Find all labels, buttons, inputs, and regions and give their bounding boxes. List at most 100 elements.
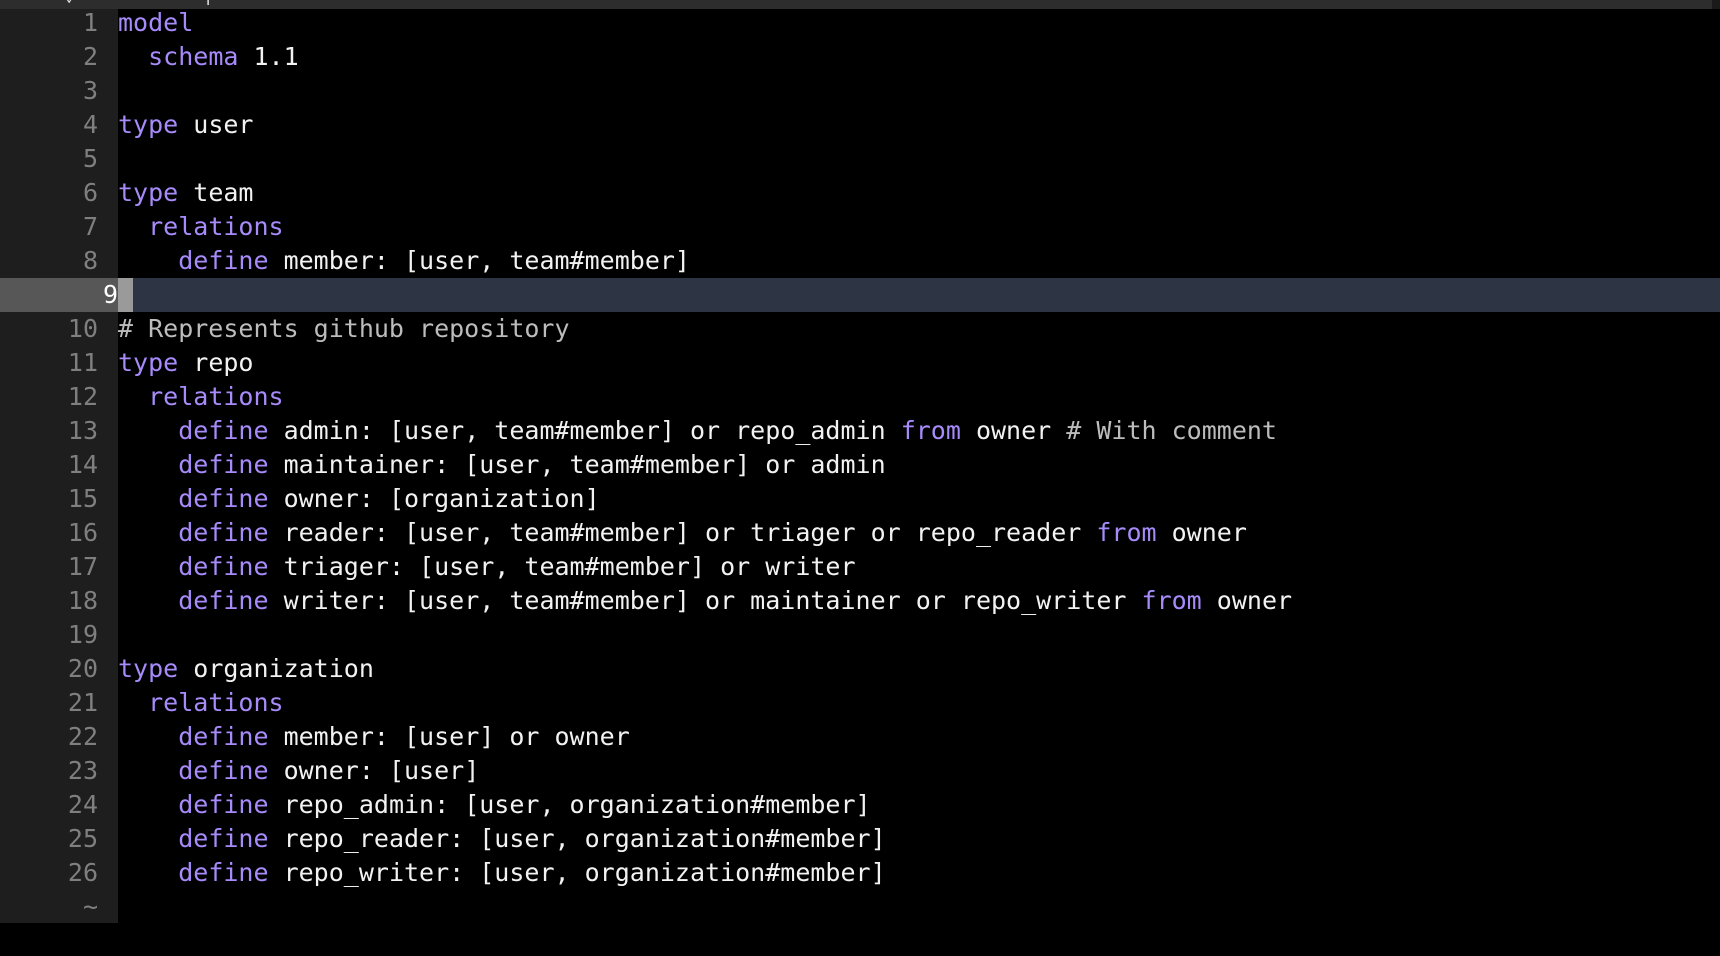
line-number: 21 — [67, 688, 98, 717]
line-number: 19 — [67, 620, 98, 649]
code-token-cmt: # Represents github repository — [118, 314, 570, 343]
code-token-kw: define — [178, 552, 269, 581]
line-number: 24 — [67, 790, 98, 819]
code-line[interactable]: 2 schema 1.1 — [0, 40, 1720, 74]
code-token-kw: from — [1096, 518, 1157, 547]
code-line[interactable]: 22 define member: [user] or owner — [0, 720, 1720, 754]
line-number: 13 — [67, 416, 98, 445]
line-number: 26 — [67, 858, 98, 887]
code-line[interactable]: 3 — [0, 74, 1720, 108]
code-token-txt: member: [user, team#member] — [268, 246, 690, 275]
line-number: 23 — [67, 756, 98, 785]
code-token-kw: define — [178, 756, 269, 785]
code-line[interactable]: 11 type repo — [0, 346, 1720, 380]
code-token-kw: type — [118, 110, 179, 139]
code-token-kw: model — [118, 8, 194, 37]
code-token-kw: schema — [148, 42, 239, 71]
code-line[interactable]: 5 — [0, 142, 1720, 176]
code-token-txt: owner — [1156, 518, 1247, 547]
code-token-kw: define — [178, 484, 269, 513]
empty-line-row: ~ — [0, 890, 1720, 924]
code-line[interactable]: 6 type team — [0, 176, 1720, 210]
line-number: 12 — [67, 382, 98, 411]
code-line-text: define repo_writer: [user, organization#… — [118, 856, 885, 890]
line-number: 10 — [67, 314, 98, 343]
line-number: 16 — [67, 518, 98, 547]
line-number: 9 — [0, 278, 118, 312]
code-line[interactable]: 4 type user — [0, 108, 1720, 142]
code-line-text: schema 1.1 — [118, 40, 299, 74]
code-line[interactable]: 1 model — [0, 6, 1720, 40]
code-line[interactable]: 13 define admin: [user, team#member] or … — [0, 414, 1720, 448]
code-editor[interactable]: 1 model 2 schema 1.1 3 4 type user 5 6 type team… — [0, 6, 1720, 956]
code-line[interactable]: 8 define member: [user, team#member] — [0, 244, 1720, 278]
code-token-kw: define — [178, 790, 269, 819]
code-token-kw: relations — [148, 382, 284, 411]
code-line-text: relations — [118, 210, 284, 244]
code-line[interactable]: 7 relations — [0, 210, 1720, 244]
line-number: 2 — [82, 42, 98, 71]
text-cursor — [118, 278, 133, 312]
code-token-txt: owner: [user] — [268, 756, 480, 785]
code-line-text: define repo_reader: [user, organization#… — [118, 822, 886, 856]
code-line[interactable]: 21 relations — [0, 686, 1720, 720]
code-token-txt: 1.1 — [238, 42, 299, 71]
code-line[interactable]: 15 define owner: [organization] — [0, 482, 1720, 516]
line-number: 18 — [67, 586, 98, 615]
line-number: 17 — [67, 552, 98, 581]
code-line-text: model — [118, 6, 193, 40]
code-line-current[interactable]: 9 — [0, 278, 1720, 312]
line-number: 22 — [67, 722, 98, 751]
code-line[interactable]: 26 define repo_writer: [user, organizati… — [0, 856, 1720, 890]
code-token-txt: member: [user] or owner — [268, 722, 630, 751]
code-line-text: define reader: [user, team#member] or tr… — [118, 516, 1247, 550]
code-token-cmt: # With comment — [1066, 416, 1277, 445]
code-line-text: relations — [118, 380, 284, 414]
tab-bar-controls-label: | • • • — [203, 0, 327, 5]
code-token-txt: repo_admin: [user, organization#member] — [268, 790, 871, 819]
code-line-text: relations — [118, 686, 283, 720]
code-line[interactable]: 12 relations — [0, 380, 1720, 414]
code-token-kw: from — [900, 416, 961, 445]
line-number: 11 — [67, 348, 98, 377]
empty-line-marker: ~ — [82, 892, 98, 921]
code-token-kw: define — [178, 450, 269, 479]
line-number: 6 — [82, 178, 98, 207]
code-token-txt: writer: [user, team#member] or maintaine… — [268, 586, 1142, 615]
editor-bottom-fill — [0, 923, 1720, 956]
code-token-kw: type — [118, 348, 179, 377]
code-line[interactable]: 25 define repo_reader: [user, organizati… — [0, 822, 1720, 856]
code-line-text: define triager: [user, team#member] or w… — [118, 550, 855, 584]
code-line[interactable]: 24 define repo_admin: [user, organizatio… — [0, 788, 1720, 822]
code-line[interactable]: 17 define triager: [user, team#member] o… — [0, 550, 1720, 584]
code-line-text: define admin: [user, team#member] or rep… — [118, 414, 1277, 448]
code-line-text: type repo — [118, 346, 253, 380]
code-token-txt: repo_reader: [user, organization#member] — [268, 824, 886, 853]
code-line[interactable]: 20 type organization — [0, 652, 1720, 686]
code-line[interactable]: 18 define writer: [user, team#member] or… — [0, 584, 1720, 618]
line-number: 14 — [67, 450, 98, 479]
code-token-kw: type — [118, 178, 179, 207]
code-token-txt: owner: [organization] — [268, 484, 600, 513]
code-token-txt: repo — [178, 348, 254, 377]
code-line[interactable]: 23 define owner: [user] — [0, 754, 1720, 788]
code-token-kw: define — [178, 246, 269, 275]
code-token-kw: define — [178, 416, 269, 445]
code-line[interactable]: 10 # Represents github repository — [0, 312, 1720, 346]
code-line[interactable]: 19 — [0, 618, 1720, 652]
line-number: 8 — [82, 246, 98, 275]
code-line[interactable]: 16 define reader: [user, team#member] or… — [0, 516, 1720, 550]
code-line-text: define maintainer: [user, team#member] o… — [118, 448, 885, 482]
code-line-text: type team — [118, 176, 253, 210]
code-line[interactable]: 14 define maintainer: [user, team#member… — [0, 448, 1720, 482]
code-token-kw: relations — [148, 212, 284, 241]
code-token-kw: define — [178, 518, 269, 547]
